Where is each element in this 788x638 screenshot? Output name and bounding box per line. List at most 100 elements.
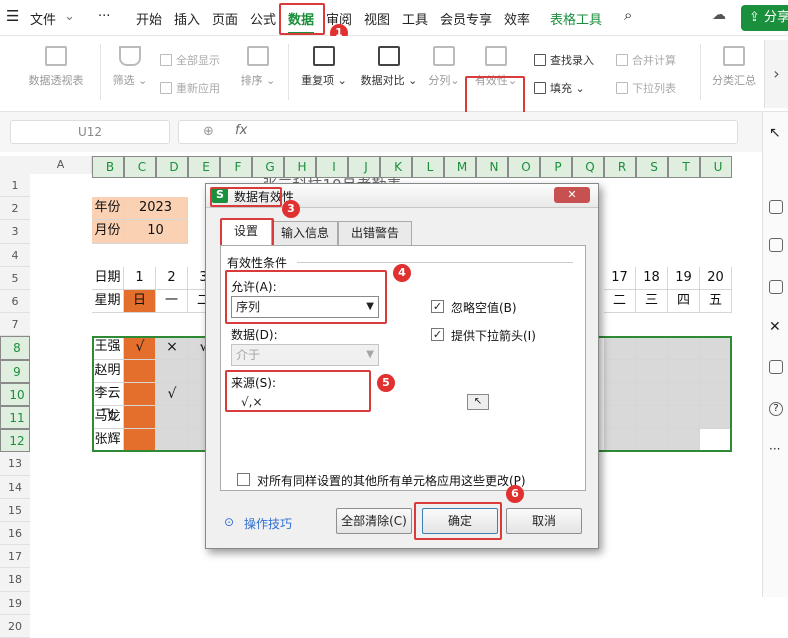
name-cell[interactable]: 马龙	[92, 406, 124, 430]
attendance-cell[interactable]	[668, 359, 700, 383]
row-header-14[interactable]: 14	[0, 475, 30, 499]
attendance-cell[interactable]	[156, 359, 188, 383]
column-header-b[interactable]: B	[92, 156, 124, 178]
attendance-cell[interactable]	[604, 359, 636, 383]
name-cell[interactable]: 张辉	[92, 429, 124, 453]
mark-cell[interactable]: √	[124, 336, 156, 359]
row-header-11[interactable]: 11	[0, 406, 30, 430]
attendance-cell[interactable]	[124, 359, 156, 383]
data-select[interactable]: 介于 ▼	[231, 344, 379, 366]
tools-icon[interactable]: ✕	[769, 320, 783, 334]
tab-tools[interactable]: 工具	[402, 9, 428, 28]
tab-page[interactable]: 页面	[212, 9, 238, 28]
date-cell[interactable]: 2	[156, 266, 188, 290]
chart-icon[interactable]	[769, 280, 783, 294]
fx-icon[interactable]: fx	[235, 123, 247, 138]
date-cell[interactable]: 17	[604, 266, 636, 290]
row-header-10[interactable]: 10	[0, 382, 30, 406]
attendance-cell[interactable]	[636, 359, 668, 383]
dropdown-arrow-checkbox[interactable]: ✓	[431, 328, 444, 341]
hamburger-icon[interactable]: ☰	[6, 7, 19, 25]
merge-calc-button[interactable]: 合并计算	[616, 52, 676, 68]
clear-all-button[interactable]: 全部清除(C)	[336, 508, 412, 534]
ribbon-scroll-right-icon[interactable]: ›	[764, 40, 788, 108]
attendance-cell[interactable]	[700, 382, 732, 406]
row-header-3[interactable]: 3	[0, 220, 30, 244]
attendance-cell[interactable]	[604, 336, 636, 360]
tips-icon[interactable]: ⊙	[224, 515, 234, 529]
weekday-cell[interactable]: 一	[156, 290, 188, 314]
duplicates-button[interactable]: 重复项 ⌄	[298, 46, 350, 88]
column-header-e[interactable]: E	[188, 156, 220, 178]
mark-cell[interactable]: √	[156, 383, 188, 406]
date-cell[interactable]: 18	[636, 266, 668, 290]
weekday-cell[interactable]: 四	[668, 290, 700, 314]
column-header-r[interactable]: R	[604, 156, 636, 178]
attendance-cell[interactable]	[668, 406, 700, 430]
cursor-icon[interactable]: ↖	[769, 126, 783, 140]
search-icon[interactable]: ⌕	[624, 6, 632, 24]
date-cell[interactable]: 19	[668, 266, 700, 290]
column-header-l[interactable]: L	[412, 156, 444, 178]
date-cell[interactable]: 1	[124, 266, 156, 290]
close-icon[interactable]: ✕	[554, 187, 590, 203]
attendance-cell[interactable]	[636, 406, 668, 430]
weekday-cell[interactable]: 日	[124, 290, 156, 314]
attendance-cell[interactable]	[156, 406, 188, 430]
filter-button[interactable]: 筛选 ⌄	[108, 46, 152, 88]
name-box[interactable]: U12	[10, 120, 170, 144]
help-icon[interactable]: ?	[769, 402, 783, 416]
attendance-cell[interactable]	[124, 429, 156, 453]
row-header-1[interactable]: 1	[0, 174, 30, 198]
cancel-button[interactable]: 取消	[506, 508, 582, 534]
date-cell[interactable]: 20	[700, 266, 732, 290]
attendance-cell[interactable]	[668, 429, 700, 453]
fill-button[interactable]: 填充 ⌄	[534, 80, 585, 96]
dropdown-list-button[interactable]: 下拉列表	[616, 80, 676, 96]
tab-error-alert[interactable]: 出错警告	[338, 221, 412, 245]
year-label-cell[interactable]: 年份	[92, 197, 124, 221]
lookup-entry-button[interactable]: 查找录入	[534, 52, 594, 68]
row-header-17[interactable]: 17	[0, 545, 30, 569]
show-all-button[interactable]: 全部显示	[160, 52, 220, 68]
sort-button[interactable]: 排序 ⌄	[236, 46, 280, 88]
attendance-cell[interactable]	[636, 336, 668, 360]
attendance-cell[interactable]	[124, 406, 156, 430]
weekday-cell[interactable]: 二	[604, 290, 636, 314]
split-column-button[interactable]: 分列⌄	[426, 46, 462, 88]
mark-cell[interactable]: ×	[156, 336, 188, 359]
tab-member[interactable]: 会员专享	[440, 9, 492, 28]
row-header-8[interactable]: 8	[0, 336, 30, 360]
row-header-18[interactable]: 18	[0, 568, 30, 592]
attendance-cell[interactable]	[636, 382, 668, 406]
tab-input-message[interactable]: 输入信息	[272, 221, 338, 245]
column-header-q[interactable]: Q	[572, 156, 604, 178]
attendance-cell[interactable]	[604, 406, 636, 430]
reapply-button[interactable]: 重新应用	[160, 80, 220, 96]
ignore-blank-checkbox[interactable]: ✓	[431, 300, 444, 313]
month-label-cell[interactable]: 月份	[92, 220, 124, 244]
row-header-15[interactable]: 15	[0, 498, 30, 522]
tips-link[interactable]: 操作技巧	[244, 515, 292, 532]
row-header-4[interactable]: 4	[0, 243, 30, 267]
tab-table-tools[interactable]: 表格工具	[550, 9, 602, 28]
row-header-13[interactable]: 13	[0, 452, 30, 476]
column-header-f[interactable]: F	[220, 156, 252, 178]
column-header-o[interactable]: O	[508, 156, 540, 178]
select-all-corner[interactable]	[0, 156, 30, 174]
column-header-p[interactable]: P	[540, 156, 572, 178]
weekday-cell[interactable]: 五	[700, 290, 732, 314]
attendance-cell[interactable]	[124, 382, 156, 406]
column-header-c[interactable]: C	[124, 156, 156, 178]
data-compare-button[interactable]: 数据对比 ⌄	[356, 46, 422, 88]
row-header-2[interactable]: 2	[0, 197, 30, 221]
pivot-table-button[interactable]: 数据透视表	[22, 46, 90, 88]
more-dots-icon[interactable]: ···	[769, 442, 783, 456]
more-button[interactable]: ···	[98, 9, 110, 24]
name-cell[interactable]: 王强	[92, 336, 124, 360]
attendance-cell[interactable]	[700, 406, 732, 430]
apply-all-checkbox[interactable]	[237, 473, 250, 486]
row-header-6[interactable]: 6	[0, 290, 30, 314]
name-cell[interactable]: 赵明	[92, 359, 124, 383]
year-value-cell[interactable]: 2023	[124, 197, 188, 221]
